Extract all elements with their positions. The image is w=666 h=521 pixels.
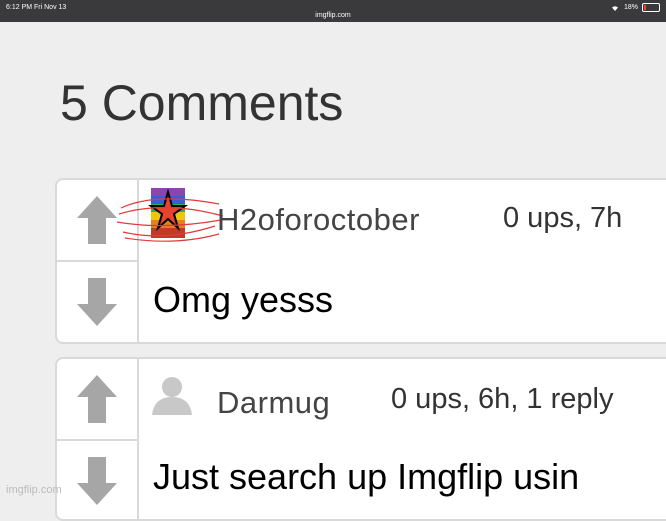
imgflip-watermark: imgflip.com (6, 484, 62, 496)
comment-text: Just search up Imgflip usin (153, 456, 580, 497)
vote-column (57, 359, 139, 519)
battery-percent: 18% (623, 4, 638, 11)
battery-icon (642, 3, 660, 12)
person-silhouette-icon[interactable] (150, 375, 194, 415)
comment-meta: 0 ups, 6h, 1 reply (391, 383, 614, 415)
wifi-icon (611, 5, 618, 11)
comment-username[interactable]: H2oforoctober (217, 202, 420, 238)
downvote-button[interactable] (57, 262, 137, 342)
arrow-up-icon (77, 196, 117, 244)
status-indicators: 18% (610, 3, 660, 12)
status-time: 6:12 PM Fri Nov 13 (6, 4, 67, 11)
comment-meta: 0 ups, 7h (503, 202, 623, 234)
arrow-down-icon (77, 457, 117, 505)
rainbow-star-avatar[interactable] (115, 186, 225, 246)
comment-card: H2oforoctober 0 ups, 7h Omg yesss (55, 178, 666, 344)
arrow-up-icon (77, 375, 117, 423)
downvote-button[interactable] (57, 441, 137, 519)
comment-card: Darmug 0 ups, 6h, 1 reply Just search up… (55, 357, 666, 521)
comment-username[interactable]: Darmug (217, 385, 330, 421)
upvote-button[interactable] (57, 359, 137, 441)
comments-heading: 5 Comments (60, 75, 344, 131)
arrow-down-icon (77, 278, 117, 326)
comment-text: Omg yesss (153, 279, 334, 320)
status-bar: 6:12 PM Fri Nov 13 imgflip.com 18% (0, 0, 666, 22)
address-url[interactable]: imgflip.com (0, 12, 666, 19)
